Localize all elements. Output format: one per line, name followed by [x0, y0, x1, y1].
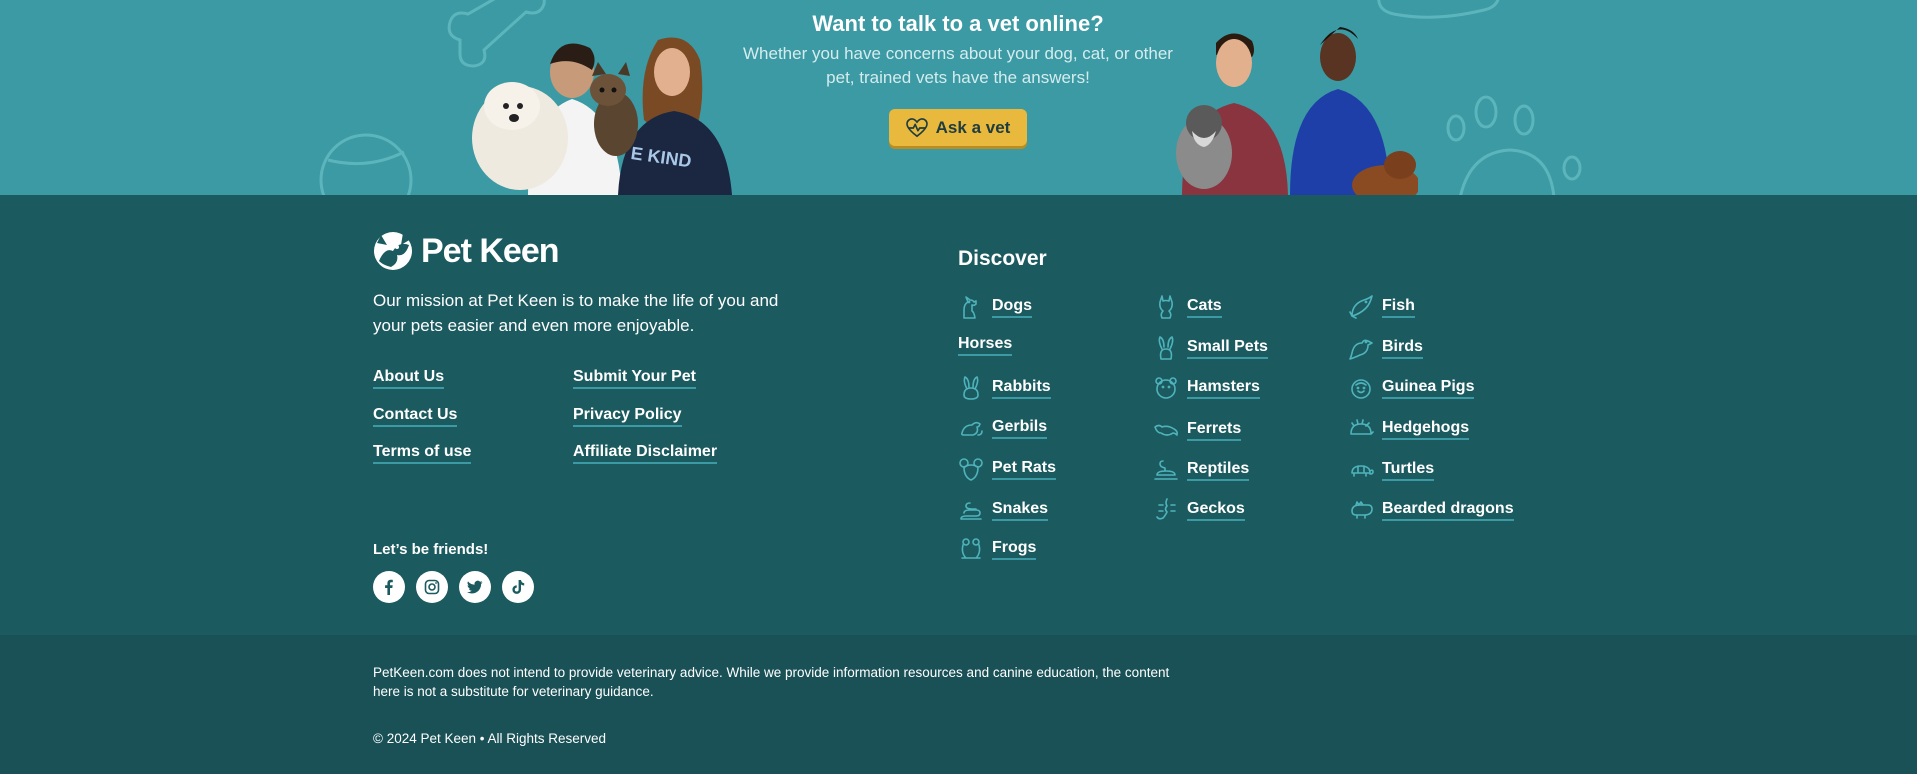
banner-title: Want to talk to a vet online?: [812, 11, 1104, 36]
facebook-icon: [385, 579, 393, 595]
discover-item-snakes[interactable]: Snakes: [958, 497, 1049, 523]
discover-heading: Discover: [958, 247, 1047, 270]
rabbit-icon: [958, 375, 984, 401]
discover-item-reptiles[interactable]: Reptiles: [1153, 457, 1250, 483]
bearded-dragons-link[interactable]: Bearded dragons: [1382, 500, 1514, 521]
gecko-icon: [1153, 497, 1179, 523]
hedgehogs-link[interactable]: Hedgehogs: [1382, 419, 1470, 440]
discover-item-small-pets[interactable]: Small Pets: [1153, 335, 1268, 361]
turtles-link[interactable]: Turtles: [1382, 460, 1435, 481]
discover-item-horses[interactable]: Horses: [958, 335, 1013, 356]
discover-item-dogs[interactable]: Dogs: [958, 294, 1032, 320]
discover-item-rabbits[interactable]: Rabbits: [958, 375, 1051, 401]
instagram-link[interactable]: [416, 571, 448, 603]
snakes-link[interactable]: Snakes: [992, 500, 1049, 521]
ask-a-vet-label: Ask a vet: [935, 117, 1011, 137]
bearded-dragon-icon: [1348, 497, 1374, 523]
affiliate-disclaimer-link[interactable]: Affiliate Disclaimer: [573, 443, 718, 464]
geckos-link[interactable]: Geckos: [1187, 500, 1245, 521]
veterinary-disclaimer: PetKeen.com does not intend to provide v…: [373, 665, 1170, 699]
snake-icon: [958, 497, 984, 523]
discover-item-pet-rats[interactable]: Pet Rats: [958, 456, 1057, 482]
pet-keen-logo[interactable]: Pet Keen: [373, 231, 559, 271]
copyright: © 2024 Pet Keen • All Rights Reserved: [373, 731, 607, 746]
paw-decoration-icon: [1446, 95, 1582, 195]
social-links: [373, 571, 534, 603]
fish-icon: [1348, 294, 1374, 320]
twitter-icon: [467, 580, 483, 594]
contact-us-link[interactable]: Contact Us: [373, 406, 458, 427]
hamsters-link[interactable]: Hamsters: [1187, 378, 1260, 399]
ferret-icon: [1153, 417, 1179, 443]
discover-item-frogs[interactable]: Frogs: [958, 536, 1037, 562]
mission-statement: Our mission at Pet Keen is to make the l…: [373, 291, 779, 335]
ball-decoration-icon: [319, 133, 413, 195]
cats-link[interactable]: Cats: [1187, 297, 1222, 318]
rabbits-link[interactable]: Rabbits: [992, 378, 1051, 399]
horses-link[interactable]: Horses: [958, 335, 1013, 356]
facebook-link[interactable]: [373, 571, 405, 603]
guinea-pig-icon: [1348, 375, 1374, 401]
rat-icon: [958, 456, 984, 482]
fish-link[interactable]: Fish: [1382, 297, 1415, 318]
vet-banner: E KIND Want to talk to a vet online? Whe…: [0, 0, 1917, 195]
reptiles-link[interactable]: Reptiles: [1187, 460, 1250, 481]
reptile-icon: [1153, 457, 1179, 483]
hamster-icon: [1153, 375, 1179, 401]
discover-item-fish[interactable]: Fish: [1348, 294, 1415, 320]
heart-pulse-icon: [905, 117, 928, 137]
pet-keen-logo-icon: [374, 232, 412, 270]
banner-subtitle: Whether you have concerns about your dog…: [743, 44, 1173, 87]
banner-text: Want to talk to a vet online? Whether yo…: [740, 10, 1176, 90]
discover-item-geckos[interactable]: Geckos: [1153, 497, 1245, 523]
discover-item-turtles[interactable]: Turtles: [1348, 457, 1435, 483]
frog-icon: [958, 536, 984, 562]
discover-item-hamsters[interactable]: Hamsters: [1153, 375, 1260, 401]
dog-icon: [958, 294, 984, 320]
vets-with-dogs-left-image: E KIND: [472, 37, 732, 195]
gerbil-icon: [958, 415, 984, 441]
small-pets-link[interactable]: Small Pets: [1187, 338, 1268, 359]
gerbils-link[interactable]: Gerbils: [992, 418, 1048, 439]
submit-your-pet-link[interactable]: Submit Your Pet: [573, 368, 696, 389]
ask-a-vet-button[interactable]: Ask a vet: [889, 109, 1027, 146]
turtle-icon: [1348, 457, 1374, 483]
twitter-link[interactable]: [459, 571, 491, 603]
rabbit-icon: [1153, 335, 1179, 361]
ferrets-link[interactable]: Ferrets: [1187, 420, 1242, 441]
discover-item-ferrets[interactable]: Ferrets: [1153, 417, 1242, 443]
social-heading: Let’s be friends!: [373, 541, 489, 558]
dogs-link[interactable]: Dogs: [992, 297, 1032, 318]
cat-icon: [1153, 294, 1179, 320]
privacy-policy-link[interactable]: Privacy Policy: [573, 406, 682, 427]
discover-item-hedgehogs[interactable]: Hedgehogs: [1348, 416, 1470, 442]
bird-icon: [1348, 335, 1374, 361]
tiktok-link[interactable]: [502, 571, 534, 603]
hedgehog-icon: [1348, 416, 1374, 442]
legal-bar: PetKeen.com does not intend to provide v…: [0, 635, 1917, 774]
instagram-icon: [424, 579, 440, 595]
about-us-link[interactable]: About Us: [373, 368, 445, 389]
discover-item-gerbils[interactable]: Gerbils: [958, 415, 1048, 441]
logo-text: Pet Keen: [421, 231, 559, 270]
tiktok-icon: [512, 580, 525, 594]
terms-of-use-link[interactable]: Terms of use: [373, 443, 472, 464]
discover-item-birds[interactable]: Birds: [1348, 335, 1423, 361]
site-footer: Pet Keen Our mission at Pet Keen is to m…: [0, 195, 1917, 635]
guinea-pigs-link[interactable]: Guinea Pigs: [1382, 378, 1475, 399]
discover-item-bearded-dragons[interactable]: Bearded dragons: [1348, 497, 1514, 523]
pet-rats-link[interactable]: Pet Rats: [992, 459, 1057, 480]
birds-link[interactable]: Birds: [1382, 338, 1423, 359]
vets-with-dogs-right-image: [1176, 27, 1418, 195]
frogs-link[interactable]: Frogs: [992, 539, 1037, 560]
discover-item-guinea-pigs[interactable]: Guinea Pigs: [1348, 375, 1475, 401]
discover-item-cats[interactable]: Cats: [1153, 294, 1222, 320]
